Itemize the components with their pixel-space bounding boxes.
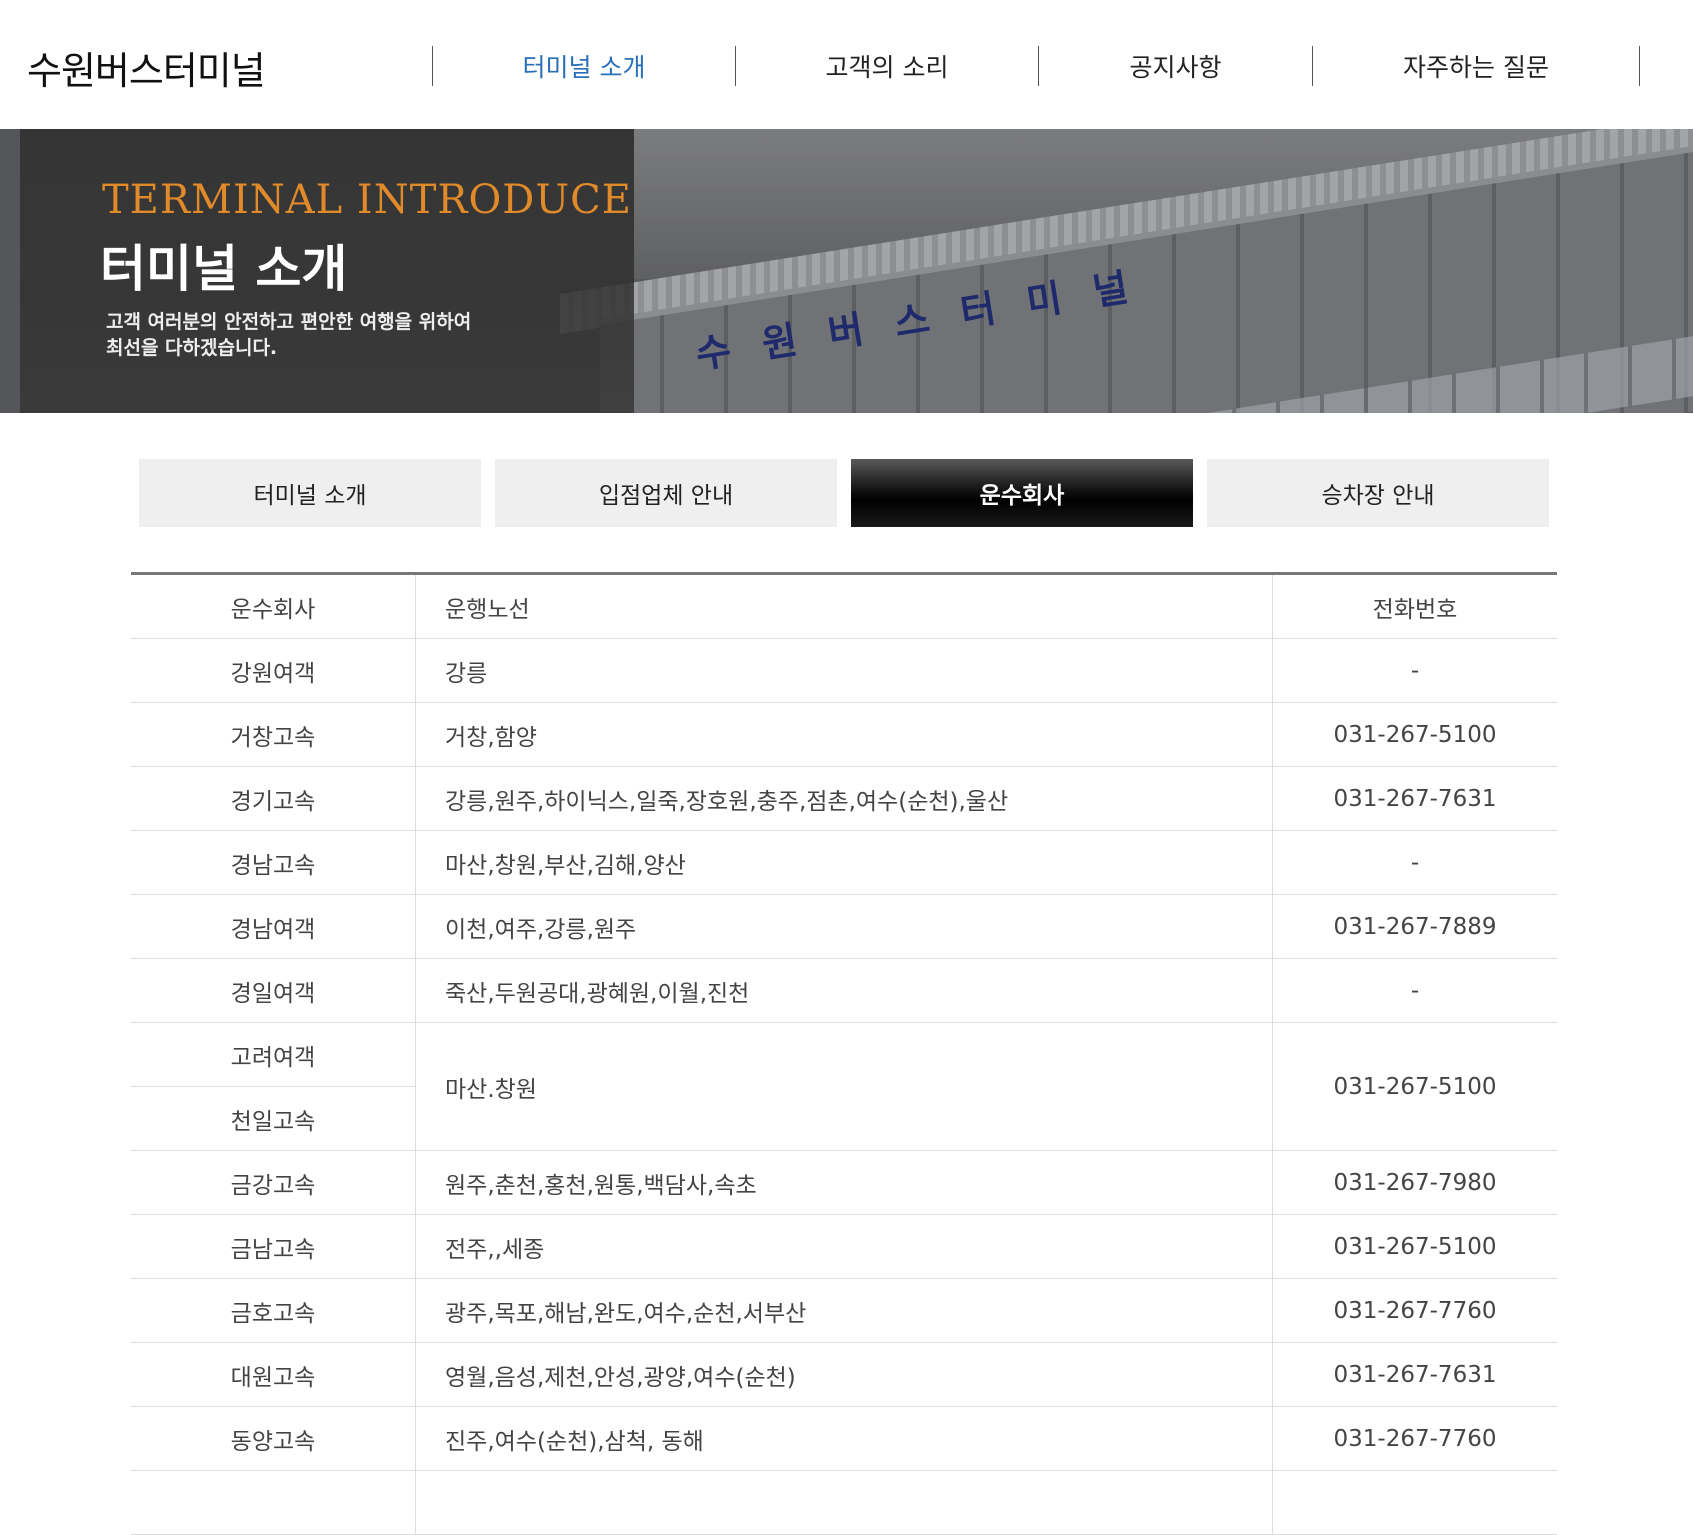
table-row: 경기고속 강릉,원주,하이닉스,일죽,장호원,충주,점촌,여수(순천),울산 0… [131, 766, 1557, 831]
hero-banner: 수 원 버 스 터 미 널 TERMINAL INTRODUCE 터미널 소개 … [0, 129, 1693, 413]
sub-tabs: 터미널 소개 입점업체 안내 운수회사 승차장 안내 [139, 459, 1549, 527]
table-row: 금호고속 광주,목포,해남,완도,여수,순천,서부산 031-267-7760 [131, 1278, 1557, 1343]
tab-terminal-intro[interactable]: 터미널 소개 [139, 459, 481, 527]
route-cell: 강릉,원주,하이닉스,일죽,장호원,충주,점촌,여수(순천),울산 [415, 766, 1273, 831]
route-cell: 진주,여수(순천),삼척, 동해 [415, 1406, 1273, 1471]
company-cell: 경일여객 [131, 958, 416, 1023]
route-cell: 마산.창원 [415, 1022, 1273, 1151]
phone-cell: 031-267-5100 [1272, 1214, 1557, 1279]
phone-cell: - [1272, 958, 1557, 1023]
route-cell: 죽산,두원공대,광혜원,이월,진천 [415, 958, 1273, 1023]
route-cell: 마산,창원,부산,김해,양산 [415, 830, 1273, 895]
phone-cell: 031-267-7760 [1272, 1406, 1557, 1471]
company-cell: 금남고속 [131, 1214, 416, 1279]
route-cell: 광주,목포,해남,완도,여수,순천,서부산 [415, 1278, 1273, 1343]
site-header: 수원버스터미널 터미널 소개 고객의 소리 공지사항 자주하는 질문 [0, 0, 1693, 129]
column-header: 전화번호 [1272, 573, 1557, 639]
bus-company-table: 운수회사 운행노선 전화번호 강원여객 강릉 - 거창고속 거창,함양 031-… [131, 572, 1557, 1535]
phone-cell: 031-267-5100 [1272, 1022, 1557, 1151]
table-row: 경남여객 이천,여주,강릉,원주 031-267-7889 [131, 894, 1557, 959]
company-cell: 대원고속 [131, 1342, 416, 1407]
company-cell: 금강고속 [131, 1150, 416, 1215]
table-row: 동양고속 진주,여수(순천),삼척, 동해 031-267-7760 [131, 1406, 1557, 1471]
banner-subtitle: 고객 여러분의 안전하고 편안한 여행을 위하여 최선을 다하겠습니다. [106, 311, 472, 359]
banner-ko-title: 터미널 소개 [100, 240, 348, 298]
phone-cell: 031-267-5100 [1272, 702, 1557, 767]
table-row: 강원여객 강릉 - [131, 638, 1557, 703]
nav-notice[interactable]: 공지사항 [1038, 46, 1312, 86]
table-row [131, 1470, 1557, 1535]
company-cell: 강원여객 [131, 638, 416, 703]
table-row: 금강고속 원주,춘천,홍천,원통,백담사,속초 031-267-7980 [131, 1150, 1557, 1215]
phone-cell: 031-267-7760 [1272, 1278, 1557, 1343]
site-logo[interactable]: 수원버스터미널 [27, 40, 266, 95]
main-nav: 터미널 소개 고객의 소리 공지사항 자주하는 질문 [432, 46, 1640, 86]
route-cell: 거창,함양 [415, 702, 1273, 767]
tab-platform-guide[interactable]: 승차장 안내 [1207, 459, 1549, 527]
table-row: 금남고속 전주,,세종 031-267-5100 [131, 1214, 1557, 1279]
table-row: 거창고속 거창,함양 031-267-5100 [131, 702, 1557, 767]
company-cell: 동양고속 [131, 1406, 416, 1471]
nav-customer-voice[interactable]: 고객의 소리 [735, 46, 1038, 86]
table-row: 경일여객 죽산,두원공대,광혜원,이월,진천 - [131, 958, 1557, 1023]
phone-cell: - [1272, 638, 1557, 703]
phone-cell: 031-267-7980 [1272, 1150, 1557, 1215]
banner-en-title: TERMINAL INTRODUCE [102, 177, 632, 223]
column-header: 운행노선 [415, 573, 1273, 639]
route-cell: 이천,여주,강릉,원주 [415, 894, 1273, 959]
route-cell: 원주,춘천,홍천,원통,백담사,속초 [415, 1150, 1273, 1215]
company-cell: 거창고속 [131, 702, 416, 767]
tab-bus-companies[interactable]: 운수회사 [851, 459, 1193, 527]
route-cell: 영월,음성,제천,안성,광양,여수(순천) [415, 1342, 1273, 1407]
table-row: 대원고속 영월,음성,제천,안성,광양,여수(순천) 031-267-7631 [131, 1342, 1557, 1407]
table-row: 고려여객 마산.창원 031-267-5100 [131, 1022, 1557, 1151]
company-cell: 경기고속 [131, 766, 416, 831]
nav-faq[interactable]: 자주하는 질문 [1312, 46, 1640, 86]
company-cell: 경남고속 [131, 830, 416, 895]
company-cell: 경남여객 [131, 894, 416, 959]
company-cell: 천일고속 [131, 1086, 416, 1151]
phone-cell: 031-267-7631 [1272, 1342, 1557, 1407]
route-cell: 강릉 [415, 638, 1273, 703]
phone-cell: 031-267-7889 [1272, 894, 1557, 959]
company-cell: 고려여객 [131, 1022, 416, 1087]
phone-cell: 031-267-7631 [1272, 766, 1557, 831]
tab-tenants[interactable]: 입점업체 안내 [495, 459, 837, 527]
column-header: 운수회사 [131, 573, 416, 639]
table-row: 경남고속 마산,창원,부산,김해,양산 - [131, 830, 1557, 895]
company-cell: 금호고속 [131, 1278, 416, 1343]
route-cell: 전주,,세종 [415, 1214, 1273, 1279]
phone-cell: - [1272, 830, 1557, 895]
nav-terminal-intro[interactable]: 터미널 소개 [432, 46, 735, 86]
table-header-row: 운수회사 운행노선 전화번호 [131, 573, 1557, 639]
